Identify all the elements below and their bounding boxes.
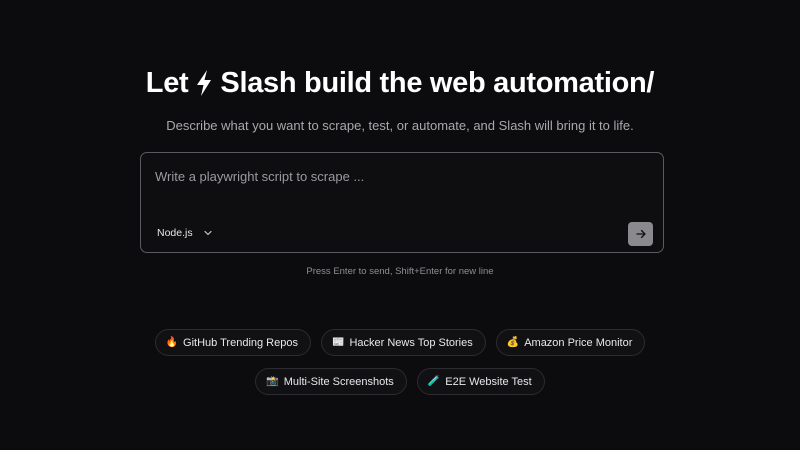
suggestions-row-1: 🔥 GitHub Trending Repos 📰 Hacker News To… bbox=[0, 329, 800, 356]
language-select-value: Node.js bbox=[157, 227, 193, 239]
suggestion-label: Amazon Price Monitor bbox=[524, 336, 633, 349]
suggestion-hacker-news[interactable]: 📰 Hacker News Top Stories bbox=[320, 329, 486, 356]
suggestion-label: Multi-Site Screenshots bbox=[283, 375, 394, 388]
hero: Let Slash build the web automation/ Desc… bbox=[0, 64, 800, 135]
suggestion-multi-site-screenshots[interactable]: 📸 Multi-Site Screenshots bbox=[255, 368, 407, 395]
page-subtitle: Describe what you want to scrape, test, … bbox=[166, 118, 634, 133]
send-button[interactable] bbox=[628, 222, 653, 246]
test-tube-icon: 🧪 bbox=[427, 375, 441, 387]
fire-icon: 🔥 bbox=[165, 336, 179, 348]
prompt-composer: Node.js bbox=[140, 152, 664, 253]
suggestion-github-trending[interactable]: 🔥 GitHub Trending Repos bbox=[154, 329, 311, 356]
camera-icon: 📸 bbox=[266, 375, 279, 387]
suggestion-label: E2E Website Test bbox=[445, 375, 532, 388]
page: Let Slash build the web automation/ Desc… bbox=[0, 0, 800, 450]
prompt-input[interactable] bbox=[153, 164, 637, 188]
page-title: Let Slash build the web automation/ bbox=[145, 64, 655, 102]
money-bag-icon: 💰 bbox=[506, 336, 520, 348]
chevron-down-icon bbox=[203, 228, 213, 238]
newspaper-icon: 📰 bbox=[331, 336, 345, 348]
language-select[interactable]: Node.js bbox=[157, 227, 213, 239]
suggestion-amazon-price[interactable]: 💰 Amazon Price Monitor bbox=[495, 329, 646, 356]
suggestion-label: Hacker News Top Stories bbox=[349, 336, 473, 349]
suggestion-label: GitHub Trending Repos bbox=[183, 336, 298, 349]
suggestions-row-2: 📸 Multi-Site Screenshots 🧪 E2E Website T… bbox=[0, 368, 800, 395]
suggestion-e2e-test[interactable]: 🧪 E2E Website Test bbox=[416, 368, 545, 395]
arrow-right-icon bbox=[635, 228, 647, 240]
keyboard-hint: Press Enter to send, Shift+Enter for new… bbox=[306, 266, 494, 277]
headline-start: Let bbox=[145, 67, 189, 99]
headline-end: Slash build the web automation/ bbox=[220, 67, 655, 99]
lightning-bolt-icon bbox=[194, 68, 214, 98]
